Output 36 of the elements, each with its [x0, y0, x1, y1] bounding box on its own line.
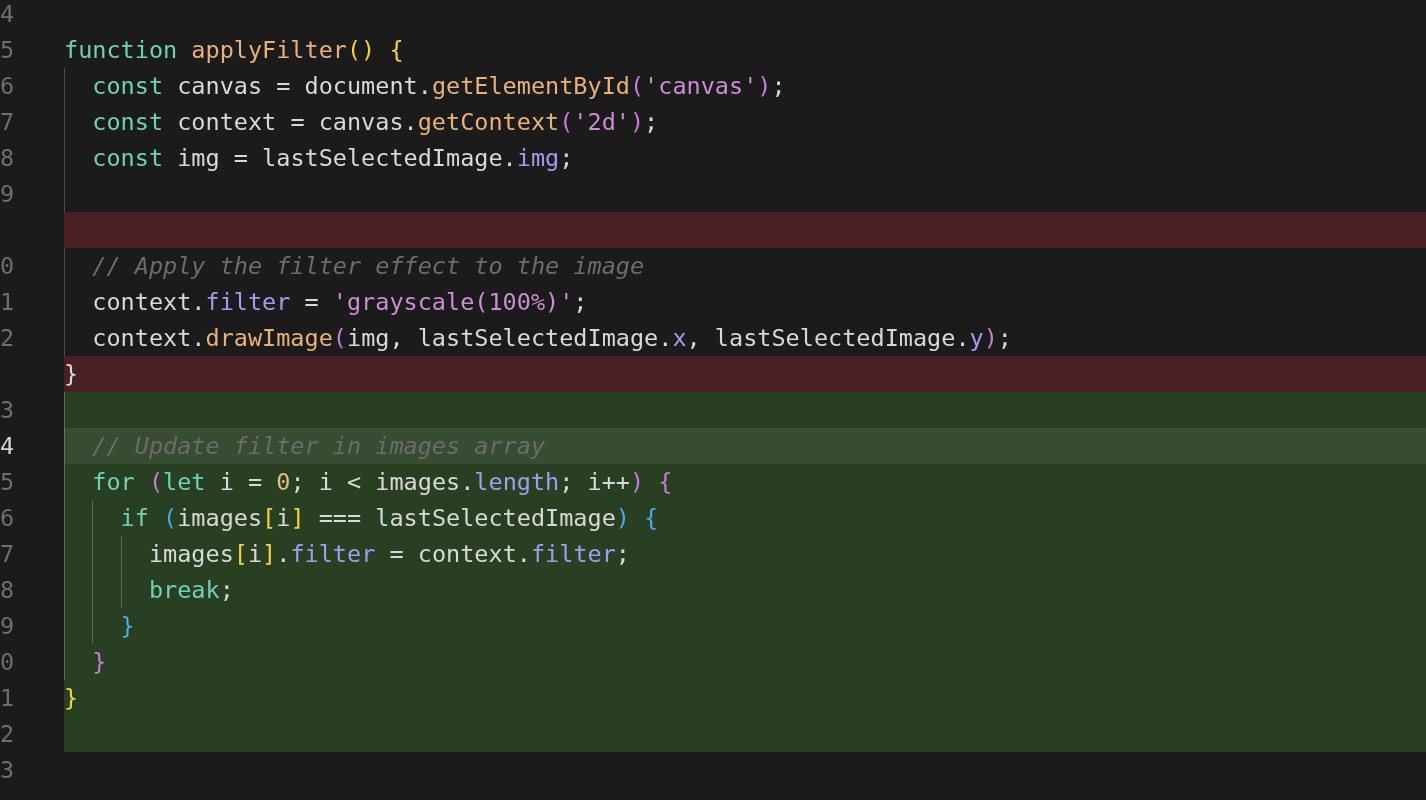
- code-line: images[i].filter = context.filter;: [64, 536, 630, 572]
- line-number: 1: [0, 683, 15, 714]
- code-line: function applyFilter() {: [64, 35, 404, 66]
- line-number: 0: [0, 647, 15, 678]
- code-line: const context = canvas.getContext('2d');: [64, 104, 659, 140]
- code-line: const img = lastSelectedImage.img;: [64, 140, 574, 176]
- line-number: 2: [0, 323, 15, 354]
- line-number: 2: [0, 719, 15, 750]
- code-line: context.filter = 'grayscale(100%)';: [64, 284, 588, 320]
- line-number: 5: [0, 35, 15, 66]
- code-line: break;: [64, 572, 234, 608]
- line-number: 1: [0, 287, 15, 318]
- code-line: }: [64, 683, 79, 714]
- line-number: 4: [0, 431, 15, 462]
- line-number: 9: [0, 611, 15, 642]
- code-line: }: [64, 608, 135, 644]
- line-number: 6: [0, 503, 15, 534]
- line-number: 9: [0, 179, 15, 210]
- code-line: }: [64, 644, 107, 680]
- code-line: // Update filter in images array: [64, 428, 546, 464]
- code-line: for (let i = 0; i < images.length; i++) {: [64, 464, 673, 500]
- line-number: 3: [0, 395, 15, 426]
- line-number: 5: [0, 467, 15, 498]
- line-number: 7: [0, 107, 15, 138]
- line-number: 6: [0, 71, 15, 102]
- code-line: const canvas = document.getElementById('canvas');: [64, 68, 786, 104]
- code-line: // Apply the filter effect to the image: [64, 248, 645, 284]
- line-number: 7: [0, 539, 15, 570]
- code-line: if (images[i] === lastSelectedImage) {: [64, 500, 659, 536]
- line-number: 4: [0, 0, 15, 30]
- line-number: 0: [0, 251, 15, 282]
- code-line: context.drawImage(img, lastSelectedImage.x, lastSelectedImage.y);: [64, 320, 1012, 356]
- code-line: }: [64, 359, 79, 390]
- line-number: 8: [0, 575, 15, 606]
- line-number: 3: [0, 755, 15, 786]
- line-number: 8: [0, 143, 15, 174]
